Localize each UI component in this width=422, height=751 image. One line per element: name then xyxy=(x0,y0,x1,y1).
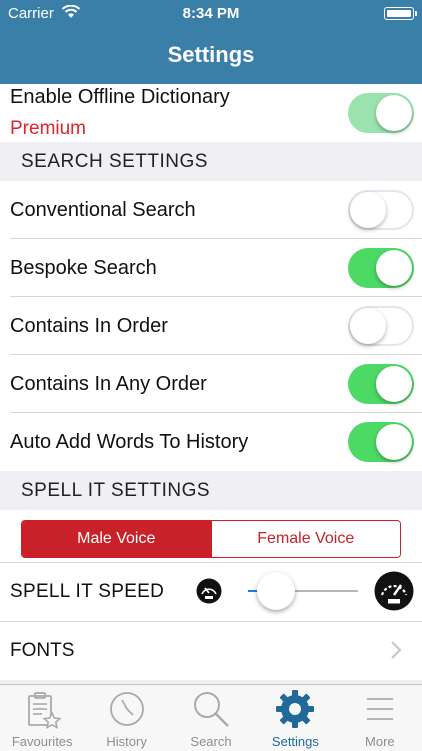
setting-label: Conventional Search xyxy=(10,199,196,221)
toggle-knob xyxy=(350,308,386,344)
section-title: SPELL IT SETTINGS xyxy=(21,480,211,501)
setting-label: Bespoke Search xyxy=(10,257,157,279)
setting-label: Contains In Any Order xyxy=(10,373,207,395)
toggle-knob xyxy=(376,250,412,286)
section-title: SEARCH SETTINGS xyxy=(21,151,208,172)
search-settings-header: SEARCH SETTINGS xyxy=(0,142,422,181)
tab-label: Search xyxy=(190,734,232,749)
setting-row-conventional-search: Conventional Search xyxy=(0,181,422,239)
history-icon xyxy=(109,692,144,726)
setting-label: Contains In Order xyxy=(10,315,168,337)
toggle-knob xyxy=(376,424,412,460)
more-icon xyxy=(366,698,393,720)
setting-row-contains-in-any-order: Contains In Any Order xyxy=(0,355,422,413)
tab-settings[interactable]: Settings xyxy=(253,685,337,751)
tab-history[interactable]: History xyxy=(84,685,168,751)
clock: 8:34 PM xyxy=(182,5,240,22)
tab-search[interactable]: Search xyxy=(169,685,253,751)
gear-icon xyxy=(276,690,315,728)
settings-list[interactable]: Enable Offline Dictionary Premium SEARCH… xyxy=(0,84,422,684)
tab-favourites[interactable]: Favourites xyxy=(0,685,84,751)
conventional-search-toggle[interactable] xyxy=(348,190,414,230)
fonts-label: FONTS xyxy=(10,640,75,661)
setting-label: Auto Add Words To History xyxy=(10,431,249,453)
chevron-right-icon xyxy=(391,641,402,659)
navigation-bar: Settings xyxy=(0,28,422,84)
bespoke-search-toggle[interactable] xyxy=(348,248,414,288)
tab-label: History xyxy=(106,734,147,749)
contains-in-order-toggle[interactable] xyxy=(348,306,414,346)
auto-add-history-toggle[interactable] xyxy=(348,422,414,462)
slider-thumb[interactable] xyxy=(256,572,295,610)
status-bar: Carrier 8:34 PM xyxy=(0,0,422,28)
toggle-knob xyxy=(376,95,412,131)
male-voice-option[interactable]: Male Voice xyxy=(22,521,211,557)
contains-in-any-order-toggle[interactable] xyxy=(348,364,414,404)
offline-dictionary-label: Enable Offline Dictionary xyxy=(10,86,230,108)
toggle-knob xyxy=(376,366,412,402)
premium-label: Premium xyxy=(10,118,87,139)
battery-icon xyxy=(384,7,417,20)
spell-it-settings-header: SPELL IT SETTINGS xyxy=(0,471,422,510)
favourites-icon xyxy=(28,692,62,729)
female-voice-option[interactable]: Female Voice xyxy=(210,521,400,557)
setting-row-contains-in-order: Contains In Order xyxy=(0,297,422,355)
voice-segmented-control[interactable]: Male Voice Female Voice xyxy=(21,520,401,558)
offline-dictionary-row: Enable Offline Dictionary Premium xyxy=(0,84,422,142)
tab-label: Settings xyxy=(271,734,319,749)
fonts-row[interactable]: FONTS xyxy=(0,621,422,680)
toggle-knob xyxy=(350,192,386,228)
voice-selector-row: Male Voice Female Voice xyxy=(0,510,422,562)
tab-label: More xyxy=(365,734,395,749)
spell-speed-label: SPELL IT SPEED xyxy=(10,581,165,602)
setting-row-bespoke-search: Bespoke Search xyxy=(0,239,422,297)
tab-more[interactable]: More xyxy=(338,685,422,751)
slow-speedometer-icon xyxy=(196,578,222,604)
offline-dictionary-toggle[interactable] xyxy=(348,93,414,133)
spell-speed-slider[interactable] xyxy=(248,572,358,610)
search-icon xyxy=(194,692,229,727)
tab-bar: Favourites History Search Settings More xyxy=(0,684,422,751)
page-title: Settings xyxy=(167,42,255,67)
spell-speed-row: SPELL IT SPEED xyxy=(0,562,422,621)
tab-label: Favourites xyxy=(11,734,73,749)
setting-row-auto-add-history: Auto Add Words To History xyxy=(0,413,422,471)
fast-speedometer-icon xyxy=(374,571,414,611)
